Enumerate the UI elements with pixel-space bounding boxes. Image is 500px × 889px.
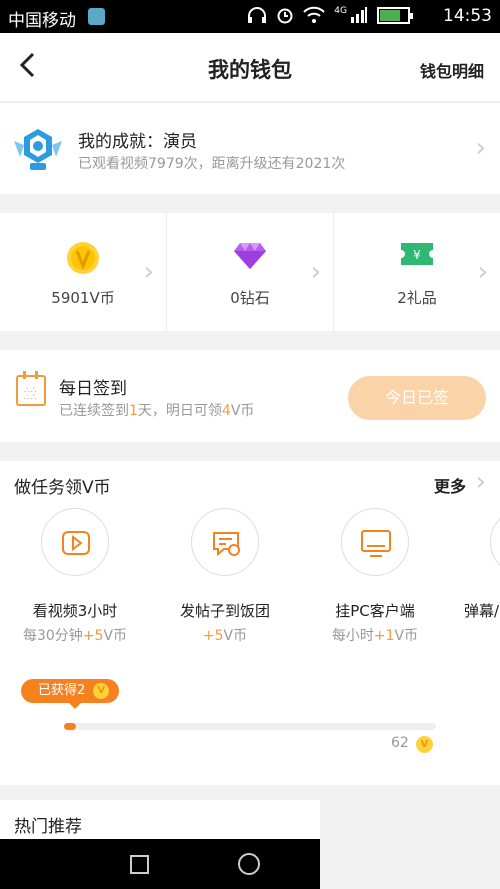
v-coin-value: 5901V币 bbox=[51, 289, 115, 307]
headphones-icon bbox=[248, 7, 267, 23]
alarm-icon bbox=[277, 8, 293, 24]
clock: 14:53 bbox=[443, 6, 492, 26]
task-reward: 每30分钟+5V币 bbox=[22, 628, 128, 644]
carrier-name: 中国移动 bbox=[8, 11, 76, 31]
home-icon[interactable] bbox=[238, 853, 260, 875]
v-coin-icon: V bbox=[416, 736, 433, 753]
goal-value: 62 bbox=[391, 735, 409, 751]
asset-diamond[interactable]: 0钻石 › bbox=[166, 213, 333, 331]
header: 我的钱包 钱包明细 bbox=[0, 33, 500, 102]
chevron-right-icon: › bbox=[475, 133, 486, 163]
wifi-icon bbox=[303, 6, 326, 23]
task-progress-bar bbox=[64, 723, 436, 730]
gift-ticket-icon: ¥ bbox=[401, 243, 433, 265]
hot-recommend-section: 热门推荐 bbox=[0, 800, 320, 839]
play-video-icon bbox=[41, 508, 109, 576]
wallet-detail-link[interactable]: 钱包明细 bbox=[420, 58, 484, 82]
chevron-right-icon: › bbox=[477, 257, 488, 287]
progress-fill bbox=[64, 723, 76, 730]
chevron-right-icon[interactable]: › bbox=[476, 467, 486, 497]
daily-signin-card: ∴∴ ∴∴ 每日签到 已连续签到1天，明日可领4V币 今日已签 bbox=[0, 350, 500, 442]
task-pc-client[interactable]: 挂PC客户端 每小时+1V币 bbox=[300, 508, 450, 645]
svg-text:¥: ¥ bbox=[413, 248, 421, 262]
task-name: 发帖子到饭团 bbox=[179, 602, 270, 620]
task-watch-video[interactable]: 看视频3小时 每30分钟+5V币 bbox=[0, 508, 150, 645]
sim-app-icon bbox=[88, 8, 105, 25]
achievement-title: 我的成就：演员 bbox=[78, 132, 197, 152]
chevron-right-icon: › bbox=[143, 257, 154, 287]
asset-gift[interactable]: ¥ 2礼品 › bbox=[333, 213, 500, 331]
post-chat-icon bbox=[191, 508, 259, 576]
signed-today-button[interactable]: 今日已签 bbox=[348, 376, 486, 420]
task-reward: 每小时+1V币 bbox=[331, 628, 419, 644]
danmaku-icon bbox=[490, 508, 500, 576]
task-name: 看视频3小时 bbox=[32, 602, 118, 620]
achievement-subtitle: 已观看视频7979次，距离升级还有2021次 bbox=[78, 156, 346, 172]
asset-v-coin[interactable]: 5901V币 › bbox=[0, 213, 166, 331]
signin-subtitle: 已连续签到1天，明日可领4V币 bbox=[59, 403, 255, 419]
monitor-icon bbox=[341, 508, 409, 576]
achievement-badge-icon bbox=[14, 129, 62, 170]
tasks-more-link[interactable]: 更多 bbox=[434, 473, 466, 497]
task-name: 挂PC客户端 bbox=[335, 602, 415, 620]
tasks-section: 做任务领V币 更多 › 看视频3小时 每30分钟+5V币 发帖子到饭团 +5V币… bbox=[0, 461, 500, 785]
network-type: 4G bbox=[334, 6, 347, 16]
diamond-icon bbox=[234, 243, 266, 269]
task-post[interactable]: 发帖子到饭团 +5V币 bbox=[150, 508, 300, 645]
task-reward: +5V币 bbox=[202, 628, 248, 644]
recent-apps-icon[interactable] bbox=[130, 855, 149, 874]
achievement-card[interactable]: 我的成就：演员 已观看视频7979次，距离升级还有2021次 › bbox=[0, 103, 500, 194]
battery-icon bbox=[377, 6, 413, 24]
gift-value: 2礼品 bbox=[397, 289, 437, 307]
system-nav-bar bbox=[0, 839, 320, 889]
v-coin-icon: V bbox=[93, 683, 110, 699]
v-coin-icon bbox=[67, 242, 99, 274]
status-bar: 中国移动 4G 14:53 bbox=[0, 0, 500, 33]
assets-row: 5901V币 › 0钻石 › ¥ 2礼品 › bbox=[0, 213, 500, 331]
diamond-value: 0钻石 bbox=[230, 289, 270, 307]
signin-title: 每日签到 bbox=[59, 379, 127, 399]
hot-title: 热门推荐 bbox=[14, 817, 82, 837]
earned-badge: 已获得2 V bbox=[21, 679, 120, 709]
status-icons: 4G bbox=[247, 6, 413, 24]
calendar-icon: ∴∴ ∴∴ bbox=[16, 371, 46, 406]
chevron-right-icon: › bbox=[310, 257, 321, 287]
signal-icon bbox=[351, 7, 367, 23]
earned-label: 已获得2 bbox=[38, 683, 86, 698]
tasks-title: 做任务领V币 bbox=[14, 478, 111, 498]
task-name: 弹幕/ bbox=[464, 602, 500, 620]
task-danmaku[interactable]: 弹幕/ bbox=[450, 508, 500, 621]
